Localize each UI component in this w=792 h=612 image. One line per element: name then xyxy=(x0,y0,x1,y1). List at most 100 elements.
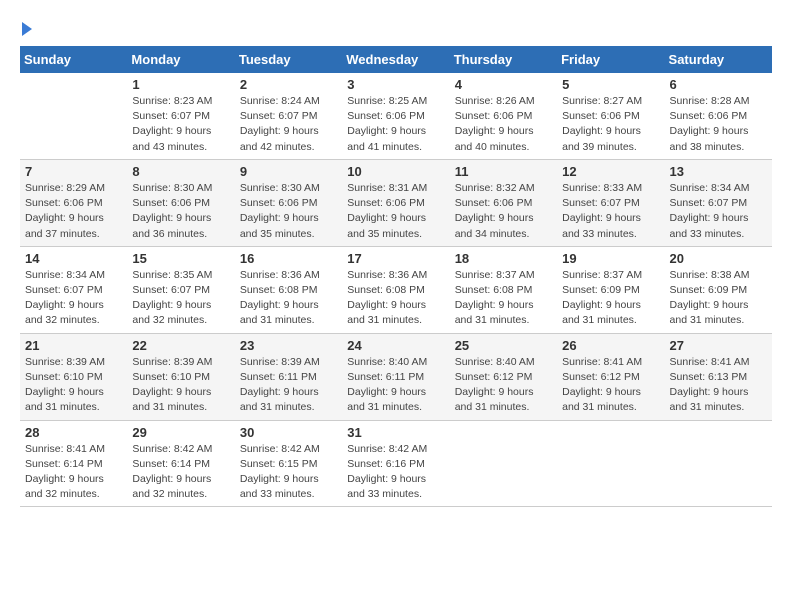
calendar-cell: 8Sunrise: 8:30 AM Sunset: 6:06 PM Daylig… xyxy=(127,159,234,246)
day-info: Sunrise: 8:30 AM Sunset: 6:06 PM Dayligh… xyxy=(132,181,229,242)
day-number: 29 xyxy=(132,425,229,440)
day-number: 1 xyxy=(132,77,229,92)
calendar-cell: 12 Sunrise: 8:33 AM Sunset: 6:07 PM Dayli… xyxy=(557,159,664,246)
calendar-cell: 5 Sunrise: 8:27 AM Sunset: 6:06 PM Daylig… xyxy=(557,73,664,159)
day-number: 6 xyxy=(670,77,767,92)
day-info: Sunrise: 8:42 AM Sunset: 6:15 PM Dayligh… xyxy=(240,442,337,503)
day-info: Sunrise: 8:35 AM Sunset: 6:07 PM Dayligh… xyxy=(132,268,229,329)
day-info: Sunrise: 8:37 AM Sunset: 6:09 PM Dayligh… xyxy=(562,268,659,329)
day-number: 5 xyxy=(562,77,659,92)
day-info: Sunrise: 8:39 AM Sunset: 6:11 PM Dayligh… xyxy=(240,355,337,416)
day-number: 14 xyxy=(25,251,122,266)
calendar-week-row: 28 Sunrise: 8:41 AM Sunset: 6:14 PM Dayli… xyxy=(20,420,772,507)
calendar-week-row: 7 Sunrise: 8:29 AM Sunset: 6:06 PM Daylig… xyxy=(20,159,772,246)
day-info: Sunrise: 8:40 AM Sunset: 6:12 PM Dayligh… xyxy=(455,355,552,416)
calendar-cell: 23 Sunrise: 8:39 AM Sunset: 6:11 PM Dayli… xyxy=(235,333,342,420)
weekday-header-sunday: Sunday xyxy=(20,46,127,73)
logo-arrow-icon xyxy=(22,22,32,36)
weekday-header-tuesday: Tuesday xyxy=(235,46,342,73)
day-info: Sunrise: 8:36 AM Sunset: 6:08 PM Dayligh… xyxy=(347,268,444,329)
day-number: 30 xyxy=(240,425,337,440)
day-number: 13 xyxy=(670,164,767,179)
day-info: Sunrise: 8:29 AM Sunset: 6:06 PM Dayligh… xyxy=(25,181,122,242)
day-number: 4 xyxy=(455,77,552,92)
calendar-cell: 15 Sunrise: 8:35 AM Sunset: 6:07 PM Dayli… xyxy=(127,246,234,333)
day-number: 27 xyxy=(670,338,767,353)
weekday-header-friday: Friday xyxy=(557,46,664,73)
weekday-header-saturday: Saturday xyxy=(665,46,772,73)
weekday-header-monday: Monday xyxy=(127,46,234,73)
day-info: Sunrise: 8:34 AM Sunset: 6:07 PM Dayligh… xyxy=(25,268,122,329)
calendar-cell: 27 Sunrise: 8:41 AM Sunset: 6:13 PM Dayli… xyxy=(665,333,772,420)
page-header xyxy=(20,20,772,36)
calendar-cell: 4 Sunrise: 8:26 AM Sunset: 6:06 PM Daylig… xyxy=(450,73,557,159)
calendar-table: SundayMondayTuesdayWednesdayThursdayFrid… xyxy=(20,46,772,507)
calendar-cell: 24Sunrise: 8:40 AM Sunset: 6:11 PM Dayli… xyxy=(342,333,449,420)
day-number: 22 xyxy=(132,338,229,353)
day-number: 7 xyxy=(25,164,122,179)
calendar-cell: 13 Sunrise: 8:34 AM Sunset: 6:07 PM Dayli… xyxy=(665,159,772,246)
day-info: Sunrise: 8:42 AM Sunset: 6:14 PM Dayligh… xyxy=(132,442,229,503)
day-info: Sunrise: 8:38 AM Sunset: 6:09 PM Dayligh… xyxy=(670,268,767,329)
calendar-cell: 20 Sunrise: 8:38 AM Sunset: 6:09 PM Dayli… xyxy=(665,246,772,333)
day-info: Sunrise: 8:41 AM Sunset: 6:14 PM Dayligh… xyxy=(25,442,122,503)
day-info: Sunrise: 8:42 AM Sunset: 6:16 PM Dayligh… xyxy=(347,442,444,503)
calendar-cell xyxy=(557,420,664,507)
day-info: Sunrise: 8:37 AM Sunset: 6:08 PM Dayligh… xyxy=(455,268,552,329)
logo xyxy=(20,20,32,36)
calendar-cell xyxy=(450,420,557,507)
day-info: Sunrise: 8:36 AM Sunset: 6:08 PM Dayligh… xyxy=(240,268,337,329)
calendar-cell: 17 Sunrise: 8:36 AM Sunset: 6:08 PM Dayli… xyxy=(342,246,449,333)
day-number: 15 xyxy=(132,251,229,266)
calendar-cell: 21 Sunrise: 8:39 AM Sunset: 6:10 PM Dayli… xyxy=(20,333,127,420)
day-info: Sunrise: 8:33 AM Sunset: 6:07 PM Dayligh… xyxy=(562,181,659,242)
calendar-cell: 1 Sunrise: 8:23 AM Sunset: 6:07 PM Daylig… xyxy=(127,73,234,159)
calendar-week-row: 1 Sunrise: 8:23 AM Sunset: 6:07 PM Daylig… xyxy=(20,73,772,159)
day-info: Sunrise: 8:23 AM Sunset: 6:07 PM Dayligh… xyxy=(132,94,229,155)
day-number: 25 xyxy=(455,338,552,353)
day-info: Sunrise: 8:26 AM Sunset: 6:06 PM Dayligh… xyxy=(455,94,552,155)
day-number: 24 xyxy=(347,338,444,353)
calendar-cell: 31Sunrise: 8:42 AM Sunset: 6:16 PM Dayli… xyxy=(342,420,449,507)
calendar-cell: 29 Sunrise: 8:42 AM Sunset: 6:14 PM Dayli… xyxy=(127,420,234,507)
day-info: Sunrise: 8:30 AM Sunset: 6:06 PM Dayligh… xyxy=(240,181,337,242)
day-number: 23 xyxy=(240,338,337,353)
day-info: Sunrise: 8:27 AM Sunset: 6:06 PM Dayligh… xyxy=(562,94,659,155)
day-info: Sunrise: 8:28 AM Sunset: 6:06 PM Dayligh… xyxy=(670,94,767,155)
calendar-cell: 28 Sunrise: 8:41 AM Sunset: 6:14 PM Dayli… xyxy=(20,420,127,507)
day-number: 28 xyxy=(25,425,122,440)
weekday-header-thursday: Thursday xyxy=(450,46,557,73)
day-number: 10 xyxy=(347,164,444,179)
day-number: 26 xyxy=(562,338,659,353)
calendar-cell: 6 Sunrise: 8:28 AM Sunset: 6:06 PM Daylig… xyxy=(665,73,772,159)
day-number: 9 xyxy=(240,164,337,179)
day-number: 3 xyxy=(347,77,444,92)
day-number: 20 xyxy=(670,251,767,266)
calendar-cell: 25 Sunrise: 8:40 AM Sunset: 6:12 PM Dayli… xyxy=(450,333,557,420)
calendar-cell: 22 Sunrise: 8:39 AM Sunset: 6:10 PM Dayli… xyxy=(127,333,234,420)
day-number: 21 xyxy=(25,338,122,353)
day-info: Sunrise: 8:41 AM Sunset: 6:12 PM Dayligh… xyxy=(562,355,659,416)
day-number: 19 xyxy=(562,251,659,266)
day-info: Sunrise: 8:31 AM Sunset: 6:06 PM Dayligh… xyxy=(347,181,444,242)
weekday-header-row: SundayMondayTuesdayWednesdayThursdayFrid… xyxy=(20,46,772,73)
calendar-cell: 2 Sunrise: 8:24 AM Sunset: 6:07 PM Daylig… xyxy=(235,73,342,159)
day-info: Sunrise: 8:39 AM Sunset: 6:10 PM Dayligh… xyxy=(25,355,122,416)
day-info: Sunrise: 8:25 AM Sunset: 6:06 PM Dayligh… xyxy=(347,94,444,155)
calendar-cell: 30 Sunrise: 8:42 AM Sunset: 6:15 PM Dayli… xyxy=(235,420,342,507)
day-info: Sunrise: 8:39 AM Sunset: 6:10 PM Dayligh… xyxy=(132,355,229,416)
calendar-cell: 7 Sunrise: 8:29 AM Sunset: 6:06 PM Daylig… xyxy=(20,159,127,246)
day-number: 12 xyxy=(562,164,659,179)
day-info: Sunrise: 8:24 AM Sunset: 6:07 PM Dayligh… xyxy=(240,94,337,155)
calendar-cell: 10 Sunrise: 8:31 AM Sunset: 6:06 PM Dayli… xyxy=(342,159,449,246)
calendar-cell: 11Sunrise: 8:32 AM Sunset: 6:06 PM Dayli… xyxy=(450,159,557,246)
day-number: 17 xyxy=(347,251,444,266)
calendar-cell: 9 Sunrise: 8:30 AM Sunset: 6:06 PM Daylig… xyxy=(235,159,342,246)
day-number: 11 xyxy=(455,164,552,179)
weekday-header-wednesday: Wednesday xyxy=(342,46,449,73)
day-info: Sunrise: 8:41 AM Sunset: 6:13 PM Dayligh… xyxy=(670,355,767,416)
day-info: Sunrise: 8:34 AM Sunset: 6:07 PM Dayligh… xyxy=(670,181,767,242)
day-number: 2 xyxy=(240,77,337,92)
calendar-cell: 14 Sunrise: 8:34 AM Sunset: 6:07 PM Dayli… xyxy=(20,246,127,333)
calendar-cell: 3 Sunrise: 8:25 AM Sunset: 6:06 PM Daylig… xyxy=(342,73,449,159)
